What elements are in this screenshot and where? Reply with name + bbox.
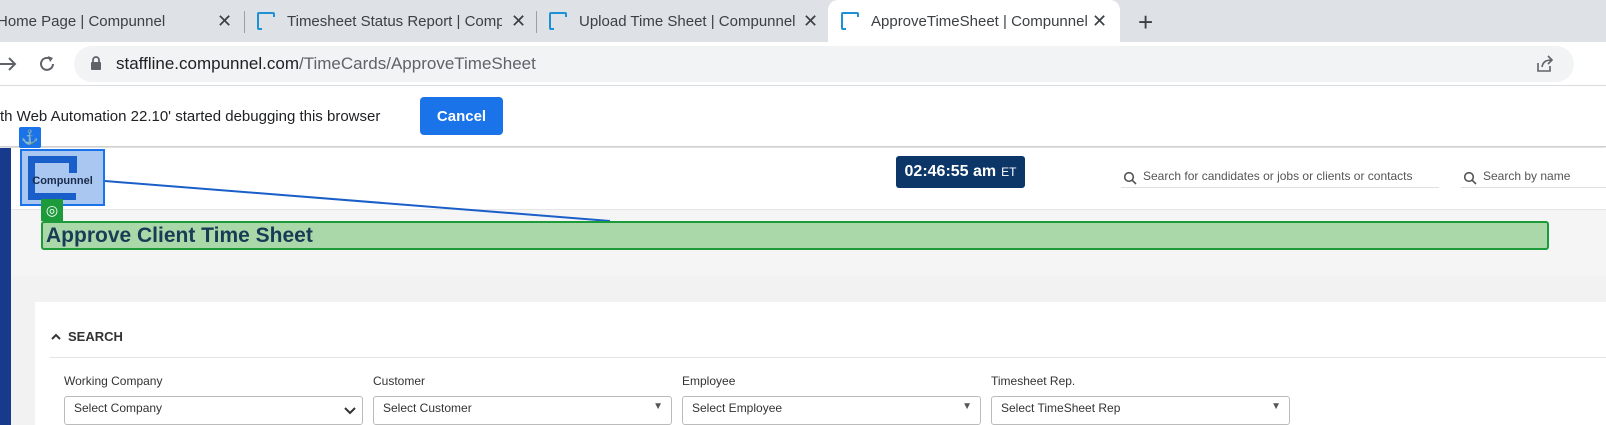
clock-time: 02:46:55 am <box>904 163 997 180</box>
name-search-input[interactable]: Search by name <box>1461 164 1606 188</box>
global-search-input[interactable]: Search for candidates or jobs or clients… <box>1121 164 1439 188</box>
chevron-up-icon <box>51 333 61 340</box>
search-icon <box>1123 171 1137 185</box>
search-icon <box>1463 171 1477 185</box>
compunnel-logo[interactable]: Compunnel <box>20 149 105 206</box>
search-section-heading: SEARCH <box>68 329 123 344</box>
employee-select[interactable]: Select Employee ▼ <box>682 396 981 425</box>
target-icon: ◎ <box>41 199 63 221</box>
select-value: Select Customer <box>383 401 472 415</box>
working-company-label: Working Company <box>64 374 163 388</box>
customer-label: Customer <box>373 374 426 388</box>
clock-badge: 02:46:55 am ET <box>896 156 1025 188</box>
search-section-toggle[interactable]: SEARCH <box>50 329 123 344</box>
timesheet-rep-label: Timesheet Rep. <box>991 374 1076 388</box>
select-value: Select Employee <box>692 401 783 415</box>
working-company-select[interactable]: Select Company <box>64 396 363 425</box>
dropdown-arrow-icon: ▼ <box>962 401 972 412</box>
select-value: Select TimeSheet Rep <box>1001 401 1121 415</box>
employee-label: Employee <box>682 374 736 388</box>
global-search-placeholder: Search for candidates or jobs or clients… <box>1143 168 1413 183</box>
dropdown-arrow-icon: ▼ <box>653 401 663 412</box>
clock-timezone: ET <box>1001 165 1017 179</box>
anchor-icon: ⚓ <box>19 127 41 148</box>
name-search-placeholder: Search by name <box>1483 168 1571 183</box>
select-value: Select Company <box>74 401 163 415</box>
customer-select[interactable]: Select Customer ▼ <box>373 396 672 425</box>
timesheet-rep-select[interactable]: Select TimeSheet Rep ▼ <box>991 396 1290 425</box>
chevron-down-icon <box>344 407 356 415</box>
divider <box>50 357 1606 358</box>
page-title: Approve Client Time Sheet <box>41 221 1549 250</box>
dropdown-arrow-icon: ▼ <box>1271 401 1281 412</box>
logo-text: Compunnel <box>32 174 93 187</box>
